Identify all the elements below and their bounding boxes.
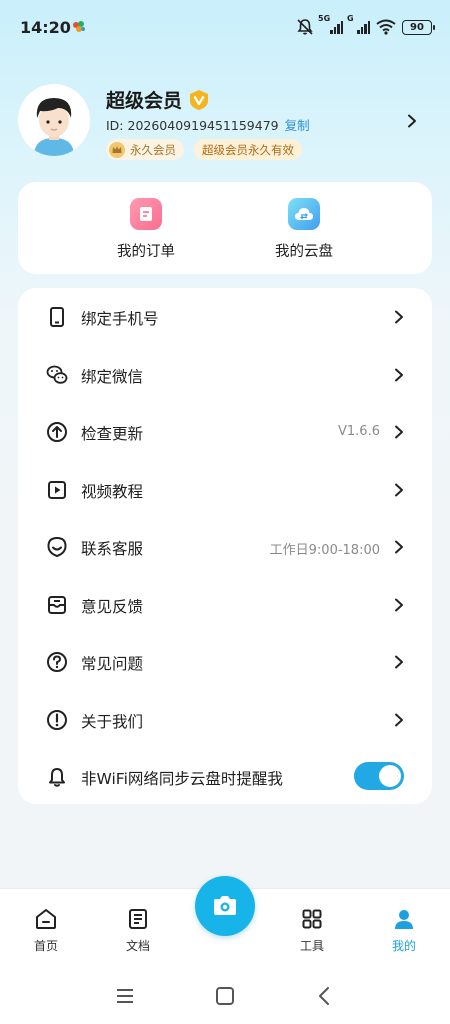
menu-item-video-tutorial[interactable]: 视频教程 <box>18 461 432 519</box>
chevron-right-icon[interactable] <box>406 114 418 128</box>
chevron-right-icon <box>395 713 403 726</box>
menu-icon[interactable] <box>114 986 136 1006</box>
menu-item-check-update[interactable]: 检查更新 V1.6.6 <box>18 403 432 461</box>
my-cloud-disk-button[interactable]: 我的云盘 <box>234 198 374 261</box>
home-square-icon[interactable] <box>214 986 236 1006</box>
update-icon <box>47 422 67 442</box>
quick-actions-card: 我的订单 我的云盘 <box>18 182 432 274</box>
crown-icon <box>109 141 125 158</box>
phone-icon <box>50 307 64 327</box>
system-nav-bar <box>0 968 450 1024</box>
nav-home[interactable]: 首页 <box>16 907 76 954</box>
camera-icon <box>214 896 236 915</box>
tag-super-member: 超级会员永久有效 <box>194 139 302 160</box>
document-icon <box>129 909 147 929</box>
status-icons: 5G G 90 <box>296 14 435 36</box>
nav-tools[interactable]: 工具 <box>282 907 342 954</box>
copy-id-button[interactable]: 复制 <box>285 118 310 133</box>
video-icon <box>48 480 66 499</box>
status-bar: 14:20 5G G 90 <box>0 0 450 56</box>
camera-scan-button[interactable] <box>195 876 255 936</box>
my-orders-label: 我的订单 <box>117 244 175 260</box>
profile-id: ID: 2026040919451159479 <box>106 118 279 133</box>
feedback-icon <box>48 595 66 614</box>
menu-item-feedback[interactable]: 意见反馈 <box>18 576 432 634</box>
nav-documents[interactable]: 文档 <box>108 907 168 954</box>
status-time: 14:20 <box>20 18 71 37</box>
wifi-reminder-toggle[interactable] <box>354 762 404 790</box>
settings-menu: 绑定手机号 绑定微信 检查更新 V1.6.6 视频教程 联系客服 工作日9:00… <box>18 288 432 804</box>
wechat-icon <box>46 365 68 384</box>
profile-name: 超级会员 <box>106 90 183 112</box>
chevron-right-icon <box>395 368 403 381</box>
person-icon <box>395 910 413 929</box>
battery-icon: 90 <box>402 19 435 35</box>
my-orders-button[interactable]: 我的订单 <box>76 198 216 261</box>
app-version: V1.6.6 <box>338 424 380 439</box>
back-icon[interactable] <box>314 986 336 1006</box>
profile-header[interactable]: 超级会员 ID: 2026040919451159479 复制 永久会员 超级会员… <box>18 84 432 164</box>
home-icon <box>36 909 56 929</box>
chevron-right-icon <box>395 540 403 554</box>
customer-service-icon <box>47 537 67 557</box>
colorful-flower-icon <box>73 21 85 32</box>
my-cloud-disk-label: 我的云盘 <box>275 244 333 260</box>
wifi-icon <box>376 19 396 35</box>
order-icon <box>130 198 162 230</box>
toggle-knob <box>379 765 401 787</box>
info-icon <box>47 709 67 730</box>
profile-id-row: ID: 2026040919451159479 复制 <box>106 115 310 134</box>
signal-icon: G <box>347 14 370 34</box>
gold-v-badge-icon <box>190 89 209 110</box>
menu-item-bind-phone[interactable]: 绑定手机号 <box>18 288 432 346</box>
signal-icon: 5G <box>318 14 343 34</box>
chevron-right-icon <box>395 310 403 324</box>
grid-icon <box>302 909 322 929</box>
menu-item-wifi-reminder: 非WiFi网络同步云盘时提醒我 <box>18 748 432 806</box>
menu-item-customer-service[interactable]: 联系客服 工作日9:00-18:00 <box>18 518 432 576</box>
profile-name-row: 超级会员 <box>106 86 210 113</box>
chevron-right-icon <box>395 598 403 611</box>
cloud-disk-icon <box>288 198 320 230</box>
nav-mine[interactable]: 我的 <box>374 907 434 954</box>
bell-muted-icon <box>297 19 313 35</box>
service-hours: 工作日9:00-18:00 <box>269 543 380 558</box>
menu-item-about-us[interactable]: 关于我们 <box>18 691 432 749</box>
chevron-right-icon <box>395 483 403 496</box>
chevron-right-icon <box>395 425 403 439</box>
menu-item-bind-wechat[interactable]: 绑定微信 <box>18 346 432 404</box>
tag-forever-member: 永久会员 <box>106 139 184 160</box>
bell-icon <box>49 768 65 787</box>
menu-item-faq[interactable]: 常见问题 <box>18 633 432 691</box>
cartoon-avatar-icon[interactable] <box>18 84 90 156</box>
chevron-right-icon <box>395 655 403 669</box>
question-icon <box>47 652 67 672</box>
